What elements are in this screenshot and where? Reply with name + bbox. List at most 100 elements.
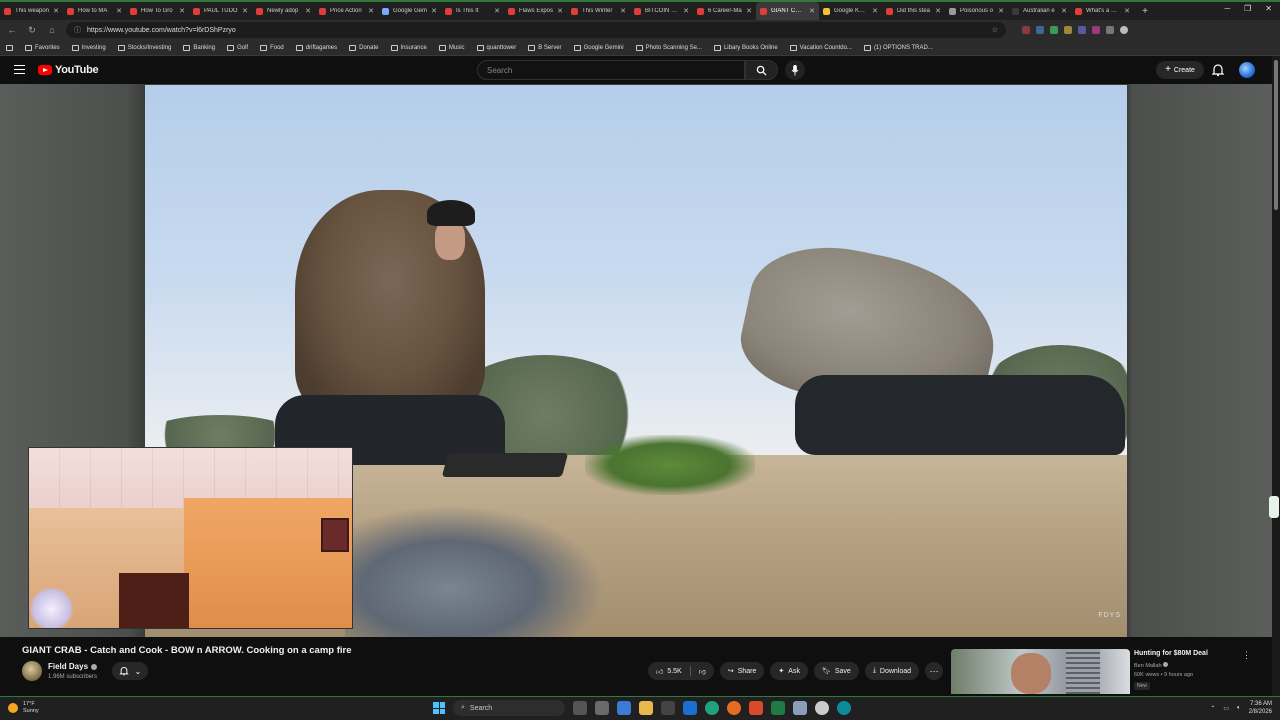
browser-tab[interactable]: Poisonous o ✕ [945,2,1008,20]
browser-tab[interactable]: Price Action ✕ [315,2,378,20]
browser-tab[interactable]: Google Gem ✕ [378,2,441,20]
chevron-up-icon[interactable]: ⌃ [1210,705,1215,712]
tab-close-icon[interactable]: ✕ [494,7,500,15]
bookmark-item[interactable]: Food [260,44,284,51]
search-input[interactable]: Search [477,60,745,80]
youtube-logo[interactable]: YouTube [38,64,99,76]
browser-tab[interactable]: What's a goo ✕ [1071,2,1134,20]
bookmark-item[interactable]: Stocks/Investing [117,44,171,51]
tab-close-icon[interactable]: ✕ [242,7,248,15]
edge-browser-icon[interactable] [705,701,719,715]
notifications-bell-icon[interactable] [1211,63,1225,77]
network-icon[interactable]: ▭ [1223,705,1229,712]
bookmark-item[interactable]: Vacation Countdo... [789,44,852,51]
browser-tab[interactable]: 6 Career-Ma ✕ [693,2,756,20]
tab-close-icon[interactable]: ✕ [746,7,752,15]
tab-close-icon[interactable]: ✕ [683,7,689,15]
voice-search-button[interactable] [785,60,805,80]
channel-name[interactable]: Field Days [48,662,88,671]
site-info-icon[interactable]: ⓘ [74,25,81,35]
bookmark-item[interactable]: quanttower [476,44,516,51]
tab-close-icon[interactable]: ✕ [305,7,311,15]
excel-icon[interactable] [771,701,785,715]
tab-close-icon[interactable]: ✕ [53,7,59,15]
bookmark-item[interactable]: Music [438,44,465,51]
tab-close-icon[interactable]: ✕ [557,7,563,15]
extension-icon[interactable] [1064,26,1072,34]
close-window-icon[interactable]: ✕ [1265,4,1272,13]
bookmark-item[interactable]: Donate [349,44,379,51]
browser-tab[interactable]: This Winter ✕ [567,2,630,20]
extension-icon[interactable] [1078,26,1086,34]
share-button[interactable]: ↪ Share [719,662,765,680]
bookmark-item[interactable]: Golf [227,44,248,51]
clock[interactable]: 7:36 AM 2/8/2026 [1249,700,1272,716]
bookmark-item[interactable]: Libary Books Online [713,44,778,51]
scrollbar-thumb[interactable] [1274,60,1278,210]
sidebar-widget-icon[interactable] [1269,496,1279,518]
tab-close-icon[interactable]: ✕ [368,7,374,15]
bookmark-item[interactable]: Banking [183,44,215,51]
extension-icon[interactable] [1036,26,1044,34]
browser-tab[interactable]: GIANT CRAB ✕ [756,2,819,20]
brave-icon[interactable] [749,701,763,715]
tab-close-icon[interactable]: ✕ [998,7,1004,15]
address-bar[interactable]: ⓘ https://www.youtube.com/watch?v=l6rDSh… [66,22,1006,38]
new-tab-button[interactable]: + [1138,6,1152,17]
account-avatar[interactable] [1239,62,1255,78]
like-button[interactable]: 👍︎ 5.5K [648,662,690,680]
extension-icon[interactable] [1106,26,1114,34]
recommended-title[interactable]: Hunting for $80M Deal [1134,650,1208,657]
firefox-icon[interactable] [727,701,741,715]
weather-widget[interactable]: 17°F Sunny [8,701,39,715]
notepad-icon[interactable] [793,701,807,715]
tab-close-icon[interactable]: ✕ [809,7,815,15]
browser-tab[interactable]: Flaws Expos ✕ [504,2,567,20]
task-view-icon[interactable] [573,701,587,715]
browser-tab[interactable]: BITCOIN CR ✕ [630,2,693,20]
home-icon[interactable]: ⌂ [46,25,58,35]
channel-avatar[interactable] [22,661,42,681]
tab-close-icon[interactable]: ✕ [620,7,626,15]
extension-icon[interactable] [1050,26,1058,34]
restore-icon[interactable]: ❐ [1244,4,1251,13]
bookmark-item[interactable]: Investing [71,44,106,51]
bookmark-item[interactable]: Google Gemini [573,44,624,51]
bookmark-item[interactable]: (1) OPTIONS TRAD... [863,44,933,51]
tab-close-icon[interactable]: ✕ [935,7,941,15]
extension-icon[interactable] [1022,26,1030,34]
tab-close-icon[interactable]: ✕ [1061,7,1067,15]
bookmark-item[interactable]: Favorites [25,44,60,51]
browser-tab[interactable]: Australian e ✕ [1008,2,1071,20]
channel-name-row[interactable]: Field Days [48,662,98,671]
volume-icon[interactable]: 🔈︎ [1237,705,1241,712]
ask-button[interactable]: ✦ Ask [770,662,808,680]
browser-tab[interactable]: How To Gro ✕ [126,2,189,20]
outlook-icon[interactable] [683,701,697,715]
hamburger-menu-icon[interactable] [14,65,25,74]
browser-tab[interactable]: Did this stea ✕ [882,2,945,20]
tab-close-icon[interactable]: ✕ [179,7,185,15]
refresh-icon[interactable]: ↻ [26,25,38,36]
calculator-icon[interactable] [661,701,675,715]
bookmark-item[interactable]: Photo Scanning Se... [635,44,702,51]
tab-close-icon[interactable]: ✕ [872,7,878,15]
download-button[interactable]: ⤓ Download [864,662,920,680]
more-vertical-icon[interactable]: ⋮ [1242,650,1251,661]
windows-start-icon[interactable] [433,702,445,714]
file-explorer-icon[interactable] [639,701,653,715]
tab-close-icon[interactable]: ✕ [116,7,122,15]
favorite-star-icon[interactable]: ☆ [992,26,998,34]
back-icon[interactable]: ← [6,25,18,35]
bookmark-item[interactable]: B Server [528,44,562,51]
dislike-button[interactable]: 👎︎ [691,662,714,680]
taskbar-search[interactable]: ⌕ Search [453,700,565,716]
browser-tab[interactable]: How to MA ✕ [63,2,126,20]
subscription-bell-button[interactable]: ⌄ [112,662,148,680]
app-icon[interactable] [815,701,829,715]
profile-avatar-icon[interactable] [1120,26,1128,34]
tab-close-icon[interactable]: ✕ [431,7,437,15]
more-actions-button[interactable]: ⋯ [925,662,944,680]
search-button[interactable] [745,60,778,80]
browser-tab[interactable]: This weapon ✕ [0,2,63,20]
